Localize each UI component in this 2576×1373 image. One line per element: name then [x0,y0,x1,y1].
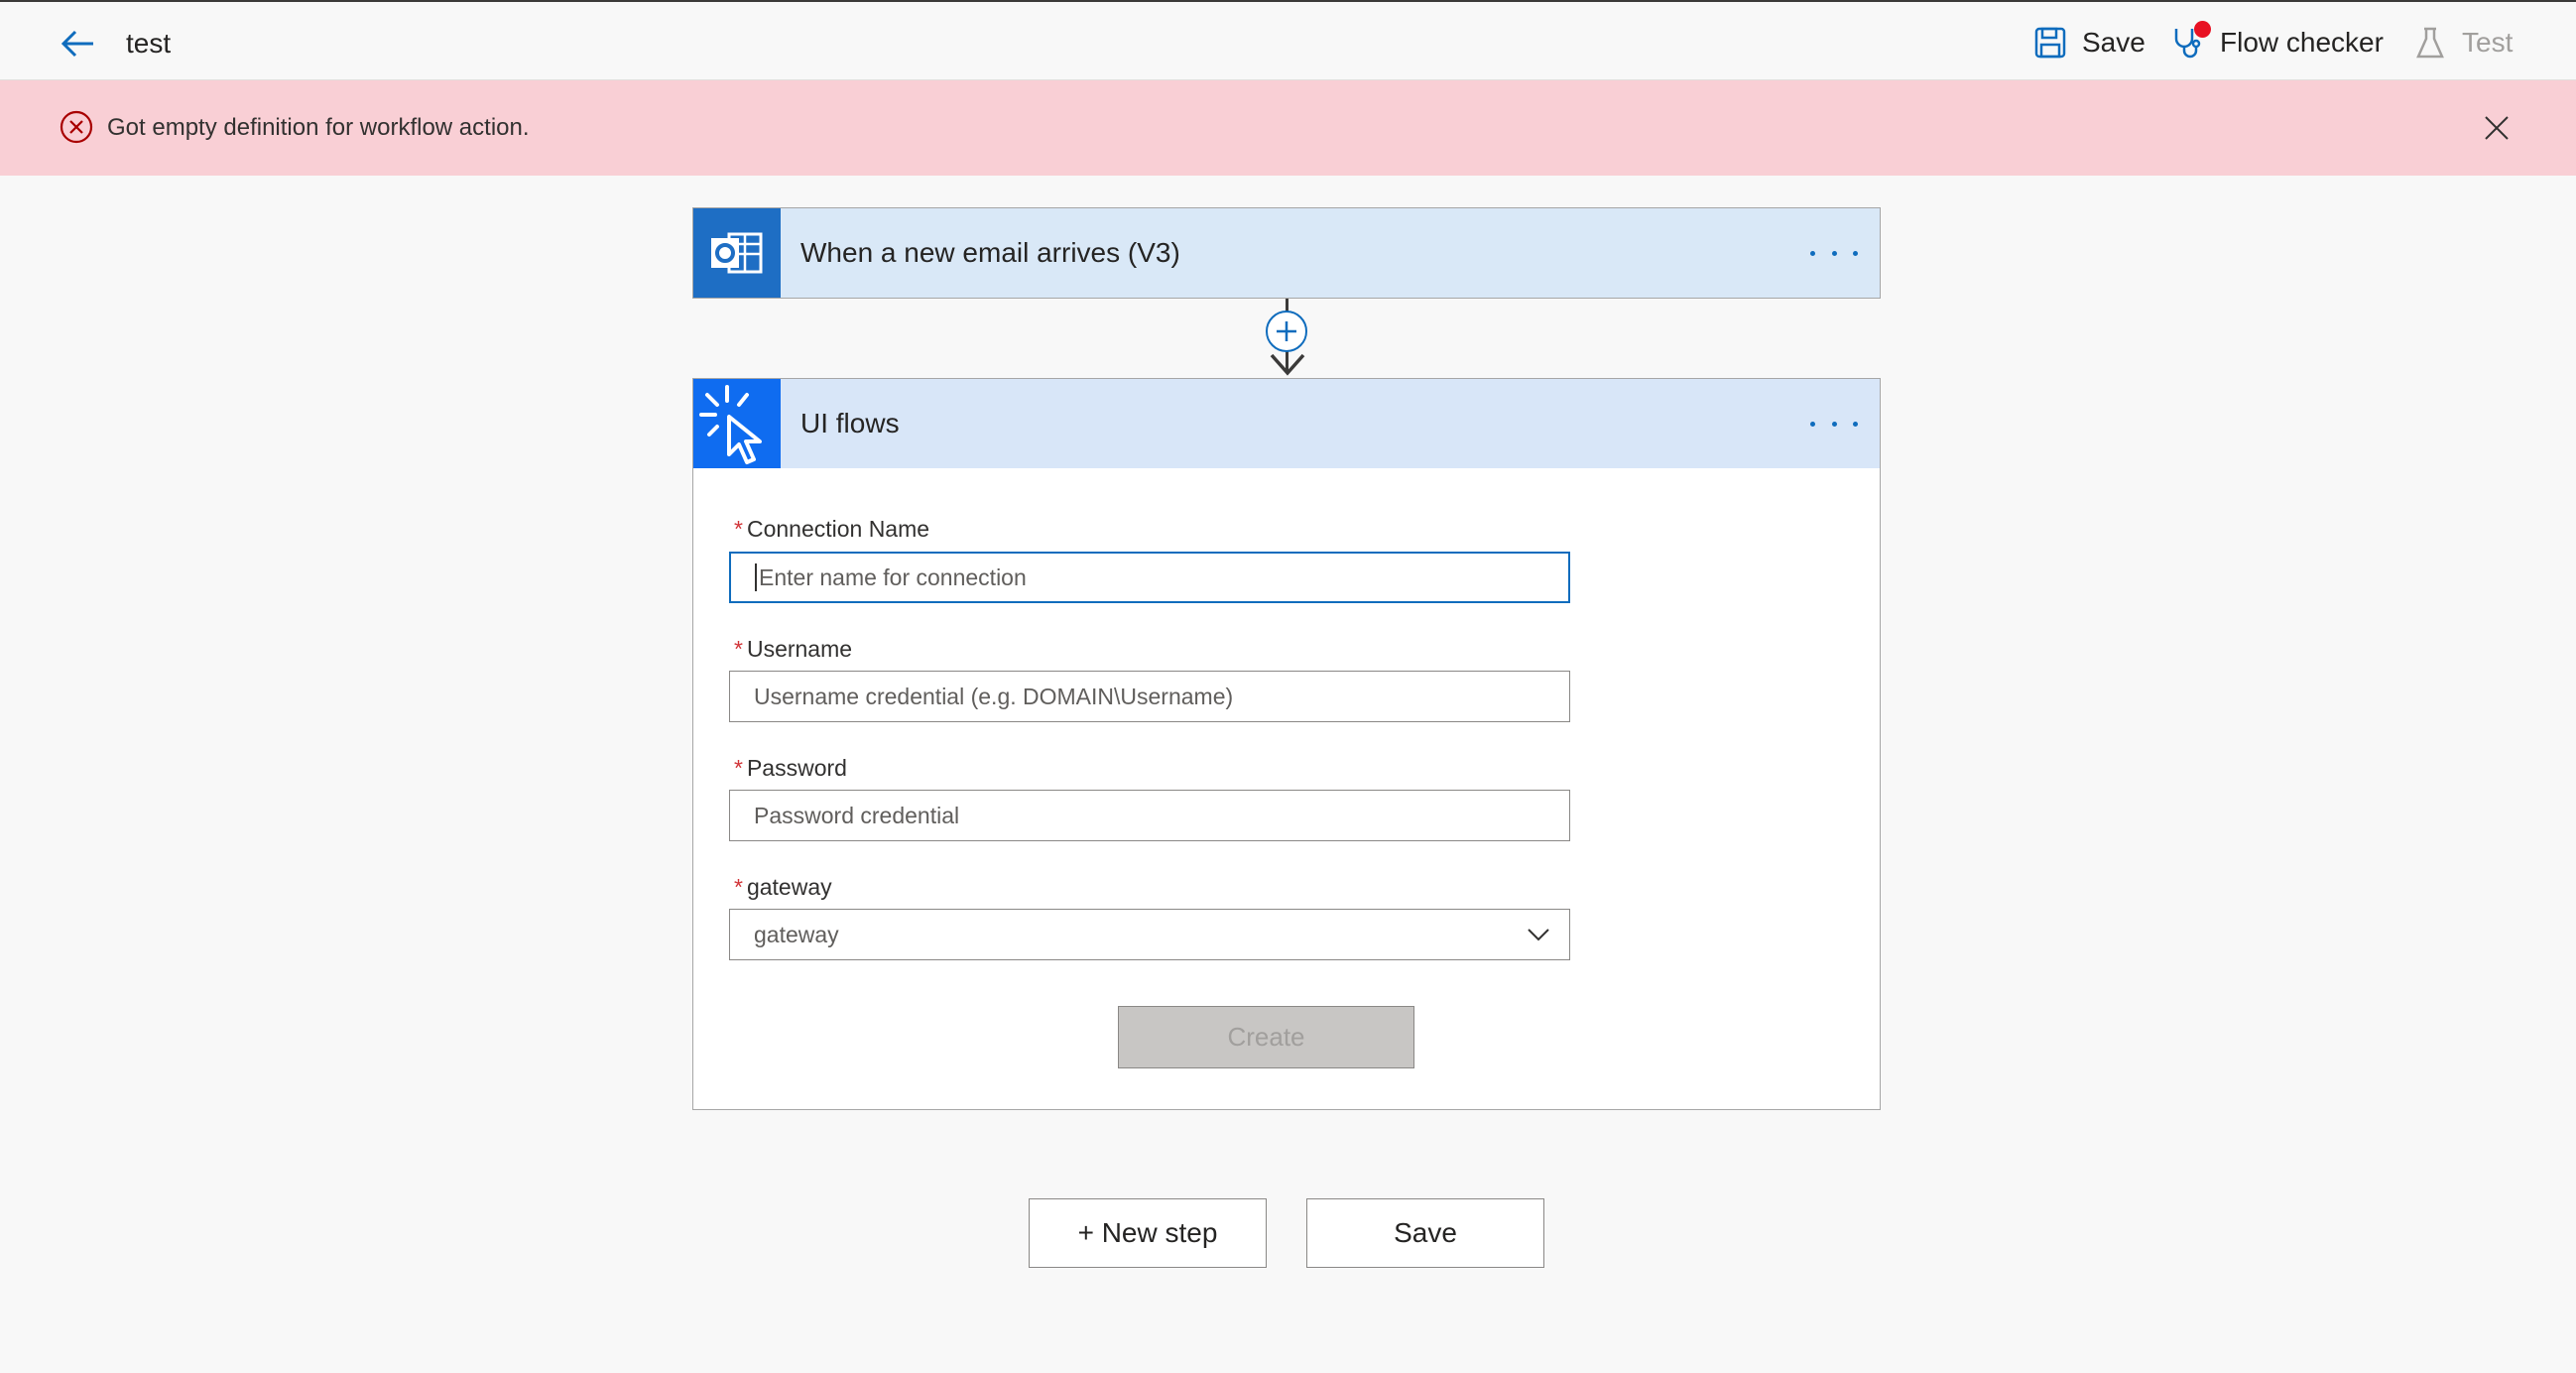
username-input[interactable]: Username credential (e.g. DOMAIN\Usernam… [729,671,1570,722]
dot-icon [1853,421,1858,427]
top-command-bar: test Save Flow checker Test [0,0,2576,80]
close-icon[interactable] [2482,113,2512,143]
flow-checker-command[interactable]: Flow checker [2170,20,2384,65]
error-circle-icon [60,110,93,144]
dot-icon [1831,421,1837,427]
password-input[interactable]: Password credential [729,790,1570,841]
test-command[interactable]: Test [2412,20,2513,65]
dot-icon [1831,250,1837,256]
required-marker: * [734,755,743,781]
trigger-card[interactable]: When a new email arrives (V3) [692,207,1881,299]
create-button[interactable]: Create [1118,1006,1414,1068]
more-options-button[interactable] [1810,238,1858,268]
new-step-button[interactable]: + New step [1029,1198,1267,1268]
notification-dot [2194,21,2211,38]
insert-step-button[interactable] [1266,311,1307,352]
back-button[interactable] [56,24,99,63]
chevron-down-icon [1528,929,1549,941]
ui-flows-title: UI flows [800,408,900,438]
required-marker: * [734,516,743,542]
save-command-label: Save [2082,27,2146,58]
trigger-title: When a new email arrives (V3) [800,237,1180,268]
connection-name-label: * Connection Name [734,516,930,542]
ui-flows-card: UI flows [692,378,1881,1110]
error-message-bar: Got empty definition for workflow action… [0,80,2576,176]
password-placeholder: Password credential [754,802,960,828]
username-placeholder: Username credential (e.g. DOMAIN\Usernam… [754,683,1234,709]
outlook-icon [693,208,781,298]
save-button[interactable]: Save [1306,1198,1544,1268]
dot-icon [1810,250,1815,256]
required-marker: * [734,636,743,662]
required-marker: * [734,874,743,900]
more-options-button[interactable] [1810,409,1858,438]
text-cursor [755,563,757,591]
plus-icon [1277,321,1296,341]
flow-checker-label: Flow checker [2220,27,2384,58]
gateway-label: * gateway [734,874,832,900]
dot-icon [1853,250,1858,256]
cursor-click-icon [693,379,781,468]
back-arrow-icon [61,30,93,58]
password-label: * Password [734,755,847,781]
beaker-icon [2412,25,2448,61]
flow-name: test [126,28,172,59]
username-label: * Username [734,636,853,662]
gateway-dropdown[interactable]: gateway [729,909,1570,960]
trigger-card-header[interactable]: When a new email arrives (V3) [693,208,1880,298]
dot-icon [1810,421,1815,427]
arrow-down-icon [1270,353,1305,376]
error-message-text: Got empty definition for workflow action… [107,114,530,141]
ui-flows-card-header[interactable]: UI flows [693,379,1880,468]
save-icon [2032,25,2068,61]
stethoscope-icon [2170,21,2211,61]
save-command[interactable]: Save [2032,20,2146,65]
test-label: Test [2462,27,2514,58]
connection-name-input[interactable]: Enter name for connection [729,552,1570,603]
gateway-selected-value: gateway [754,921,839,947]
connection-name-placeholder: Enter name for connection [759,563,1027,590]
